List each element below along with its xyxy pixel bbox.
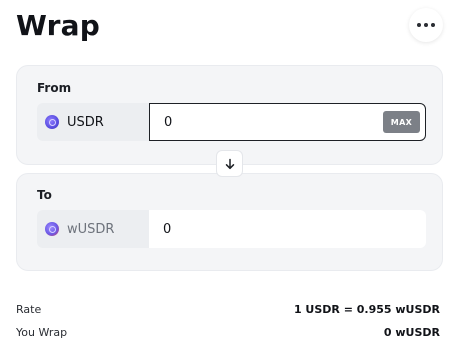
page-title: Wrap bbox=[16, 9, 100, 42]
rate-value: 1 USDR = 0.955 wUSDR bbox=[293, 303, 440, 316]
you-wrap-row: You Wrap 0 wUSDR bbox=[16, 326, 440, 339]
you-wrap-label: You Wrap bbox=[16, 326, 68, 339]
arrow-down-icon bbox=[225, 158, 234, 169]
from-token-name: USDR bbox=[67, 114, 104, 130]
swap-direction-button[interactable] bbox=[216, 150, 243, 177]
to-amount-value: 0 bbox=[163, 221, 172, 237]
more-options-button[interactable] bbox=[409, 8, 443, 42]
to-token-row: wUSDR 0 bbox=[37, 210, 426, 248]
from-label: From bbox=[37, 81, 72, 95]
to-label: To bbox=[37, 188, 52, 202]
from-amount-value: 0 bbox=[164, 114, 173, 130]
to-card: To wUSDR 0 bbox=[16, 173, 443, 271]
to-amount-output: 0 bbox=[149, 210, 426, 248]
you-wrap-value: 0 wUSDR bbox=[383, 326, 440, 339]
from-amount-input[interactable]: 0 MAX bbox=[149, 103, 426, 141]
max-button[interactable]: MAX bbox=[383, 111, 420, 133]
more-horizontal-icon bbox=[417, 23, 435, 27]
rate-row: Rate 1 USDR = 0.955 wUSDR bbox=[16, 303, 440, 316]
usdr-token-icon bbox=[45, 115, 59, 129]
from-token-row: USDR 0 MAX bbox=[37, 103, 426, 141]
to-token-selector: wUSDR bbox=[37, 210, 149, 248]
wusdr-token-icon bbox=[45, 222, 59, 236]
to-token-name: wUSDR bbox=[67, 221, 115, 237]
from-token-selector[interactable]: USDR bbox=[37, 103, 149, 141]
rate-label: Rate bbox=[16, 303, 42, 316]
